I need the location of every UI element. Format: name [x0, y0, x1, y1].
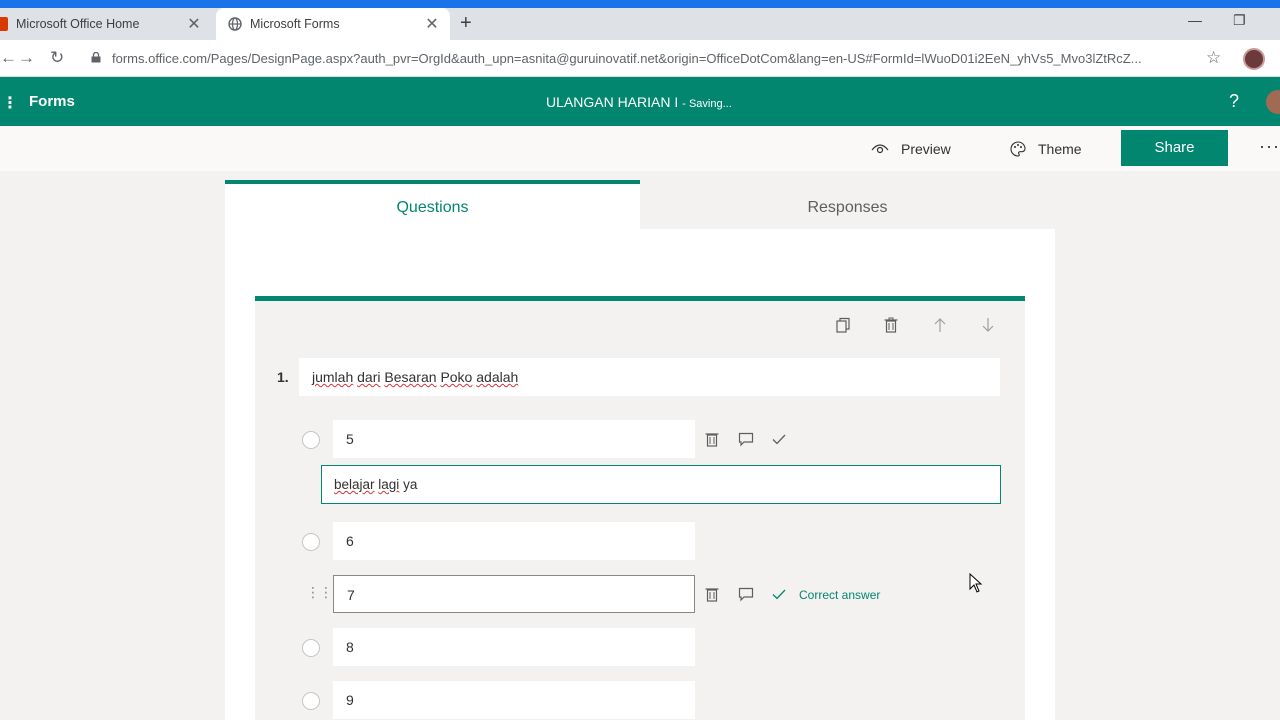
tab-title: Microsoft Forms	[250, 17, 340, 31]
drag-handle-icon[interactable]: ⋮⋮	[306, 584, 333, 601]
question-number: 1.	[277, 369, 289, 385]
more-options-icon[interactable]: ···	[1259, 136, 1280, 157]
feedback-icon[interactable]	[738, 431, 754, 447]
close-tab-icon[interactable]: ✕	[422, 14, 442, 34]
delete-option-icon[interactable]	[704, 431, 720, 447]
theme-button[interactable]: Theme	[1010, 141, 1082, 157]
option-field[interactable]: 9	[333, 681, 695, 719]
browser-tabstrip: Microsoft Office Home ✕ Microsoft Forms …	[0, 0, 1280, 40]
feedback-icon[interactable]	[738, 586, 754, 602]
back-icon[interactable]: ←	[0, 48, 17, 68]
browser-tab-office-home[interactable]: Microsoft Office Home ✕	[0, 8, 212, 40]
palette-icon	[1010, 141, 1026, 157]
close-tab-icon[interactable]: ✕	[184, 14, 204, 34]
lock-icon[interactable]	[91, 52, 101, 63]
option-radio[interactable]	[302, 431, 320, 449]
option-field[interactable]: 7	[333, 575, 695, 613]
new-tab-button[interactable]: +	[460, 12, 472, 35]
url-input[interactable]: forms.office.com/Pages/DesignPage.aspx?a…	[112, 51, 1192, 66]
question-card[interactable]: 1. jumlah dari Besaran Poko adalah 5 bel…	[255, 296, 1025, 720]
app-name[interactable]: Forms	[29, 93, 75, 110]
form-title: ULANGAN HARIAN I- Saving...	[546, 94, 732, 110]
help-icon[interactable]: ?	[1229, 91, 1239, 112]
option-radio[interactable]	[302, 533, 320, 551]
share-button[interactable]: Share	[1121, 130, 1228, 166]
bookmark-star-icon[interactable]: ☆	[1206, 48, 1221, 68]
move-down-icon[interactable]	[980, 317, 996, 333]
feedback-word: ya	[403, 477, 418, 492]
correct-answer-label: Correct answer	[799, 588, 881, 602]
restore-icon[interactable]: ❐	[1233, 12, 1246, 29]
copy-icon[interactable]	[835, 317, 851, 333]
tab-title: Microsoft Office Home	[16, 17, 140, 31]
command-bar: Preview Theme Share ···	[0, 126, 1280, 171]
option-field[interactable]: 8	[333, 628, 695, 666]
user-avatar[interactable]	[1266, 90, 1280, 114]
eye-icon	[871, 144, 889, 154]
preview-button[interactable]: Preview	[871, 141, 951, 157]
feedback-word: lagi	[378, 477, 400, 492]
move-up-icon[interactable]	[932, 317, 948, 333]
forms-header: ⋮ Forms ULANGAN HARIAN I- Saving... ?	[0, 77, 1280, 126]
question-text-field[interactable]: jumlah dari Besaran Poko adalah	[299, 358, 1000, 396]
minimize-icon[interactable]: —	[1188, 12, 1202, 28]
question-word: jumlah	[312, 369, 354, 385]
forward-icon[interactable]: →	[18, 48, 35, 68]
option-field[interactable]: 6	[333, 522, 695, 560]
option-radio[interactable]	[302, 639, 320, 657]
tab-questions[interactable]: Questions	[225, 180, 640, 229]
question-word: Poko	[440, 369, 473, 385]
question-word: Besaran	[384, 369, 437, 385]
reload-icon[interactable]: ↻	[50, 48, 64, 68]
delete-option-icon[interactable]	[704, 586, 720, 602]
option-radio[interactable]	[302, 692, 320, 710]
preview-label: Preview	[901, 141, 951, 157]
option-field[interactable]: 5	[333, 420, 695, 458]
checkmark-icon[interactable]	[771, 586, 787, 602]
app-launcher-icon[interactable]: ⋮	[2, 93, 18, 113]
office-icon	[0, 17, 8, 31]
editor-tabs: Questions Responses	[225, 180, 1055, 229]
feedback-word: belajar	[334, 477, 375, 492]
delete-icon[interactable]	[883, 317, 899, 333]
address-bar: ← → ↻ forms.office.com/Pages/DesignPage.…	[0, 40, 1280, 77]
question-word: dari	[357, 369, 381, 385]
profile-avatar[interactable]	[1243, 48, 1265, 70]
tab-responses[interactable]: Responses	[640, 180, 1055, 229]
browser-tab-forms[interactable]: Microsoft Forms ✕	[216, 8, 450, 40]
checkmark-icon[interactable]	[771, 431, 787, 447]
form-title-text: ULANGAN HARIAN I	[546, 94, 679, 110]
theme-label: Theme	[1038, 141, 1082, 157]
saving-status: - Saving...	[682, 98, 732, 110]
mouse-cursor-icon	[969, 573, 983, 593]
question-word: adalah	[476, 369, 519, 385]
globe-icon	[228, 17, 242, 31]
feedback-input[interactable]: belajar lagi ya	[321, 465, 1001, 504]
form-editor-card: Questions Responses 1. jumlah dari Besar…	[225, 180, 1055, 720]
